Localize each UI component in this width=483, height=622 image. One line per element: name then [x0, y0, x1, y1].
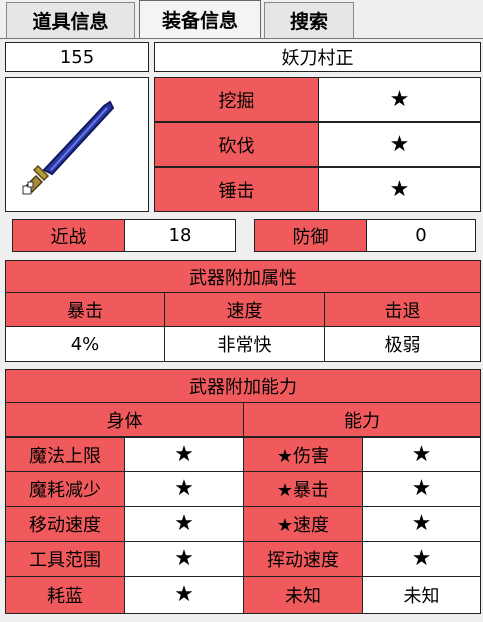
ability-row-right-value: ★: [362, 437, 481, 472]
melee-value: 18: [124, 219, 236, 252]
ability-row-right-label: ★速度: [243, 506, 363, 542]
ability-row-left-label: 移动速度: [5, 506, 125, 542]
tab-divider: [0, 38, 483, 39]
attr-value-knockback: 极弱: [324, 326, 481, 362]
abilities-title: 武器附加能力: [5, 369, 481, 403]
item-icon-frame: [5, 77, 149, 212]
tool-label-hammer: 锤击: [154, 167, 319, 212]
tool-value-chop: ★: [318, 122, 481, 167]
attr-value-crit: 4%: [5, 326, 165, 362]
defense-value: 0: [366, 219, 476, 252]
ability-row-left-label: 工具范围: [5, 541, 125, 577]
abilities-header-body: 身体: [5, 402, 244, 437]
ability-row-left-value: ★: [124, 437, 244, 472]
attr-header-crit: 暴击: [5, 292, 165, 327]
ability-row-left-value: ★: [124, 576, 244, 614]
item-name: 妖刀村正: [154, 42, 481, 72]
ability-row-right-value: ★: [362, 506, 481, 542]
item-id: 155: [5, 42, 149, 72]
ability-row-left-value: ★: [124, 506, 244, 542]
muramasa-sword-icon: [22, 100, 115, 195]
ability-row-left-label: 魔耗减少: [5, 471, 125, 507]
tool-label-chop: 砍伐: [154, 122, 319, 167]
ability-row-right-label: ★暴击: [243, 471, 363, 507]
ability-row-right-label: 未知: [243, 576, 363, 614]
ability-row-right-label: ★伤害: [243, 437, 363, 472]
ability-row-right-label: 挥动速度: [243, 541, 363, 577]
tab-search[interactable]: 搜索: [264, 2, 354, 38]
ability-row-left-label: 魔法上限: [5, 437, 125, 472]
abilities-header-ability: 能力: [243, 402, 481, 437]
melee-label: 近战: [12, 219, 125, 252]
tab-item-info[interactable]: 道具信息: [6, 2, 135, 38]
ability-row-left-value: ★: [124, 471, 244, 507]
tool-label-dig: 挖掘: [154, 77, 319, 122]
tool-value-dig: ★: [318, 77, 481, 122]
ability-row-right-value: 未知: [362, 576, 481, 614]
tool-value-hammer: ★: [318, 167, 481, 212]
ability-row-right-value: ★: [362, 541, 481, 577]
ability-row-right-value: ★: [362, 471, 481, 507]
attr-header-knockback: 击退: [324, 292, 481, 327]
defense-label: 防御: [254, 219, 367, 252]
attributes-title: 武器附加属性: [5, 260, 481, 293]
ability-row-left-value: ★: [124, 541, 244, 577]
tab-equipment-info[interactable]: 装备信息: [139, 0, 261, 38]
attr-value-speed: 非常快: [164, 326, 325, 362]
attr-header-speed: 速度: [164, 292, 325, 327]
ability-row-left-label: 耗蓝: [5, 576, 125, 614]
